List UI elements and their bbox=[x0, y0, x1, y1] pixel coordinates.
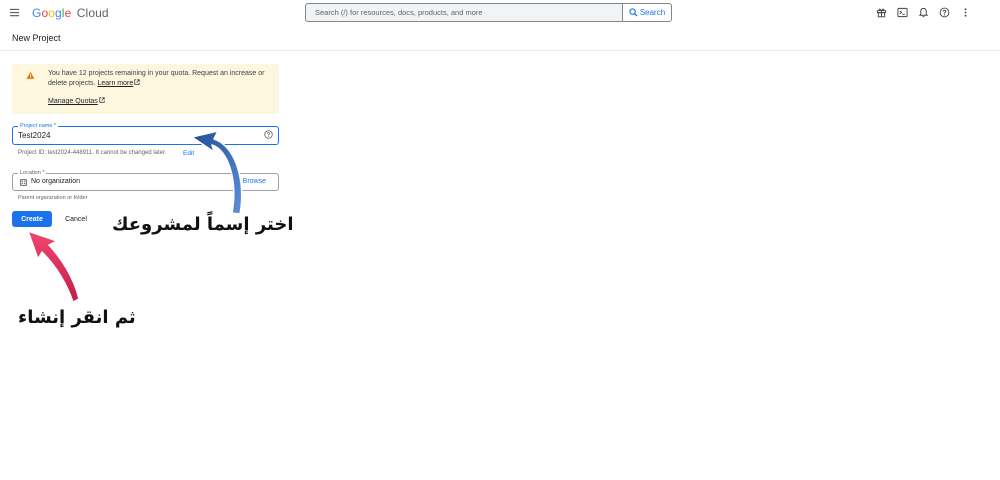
top-icons bbox=[875, 6, 972, 19]
logo-letter: e bbox=[64, 6, 72, 20]
building-icon bbox=[20, 179, 27, 186]
project-name-label: Project name * bbox=[18, 122, 59, 130]
manage-quotas-label: Manage Quotas bbox=[48, 98, 98, 105]
gift-icon[interactable] bbox=[875, 6, 888, 19]
location-field[interactable]: Location * No organization Browse bbox=[12, 169, 279, 191]
menu-icon[interactable] bbox=[9, 7, 20, 18]
search-button-label: Search bbox=[639, 8, 666, 17]
search-button[interactable]: Search bbox=[622, 4, 671, 21]
annotation-then-create: ثم انقر إنشاء bbox=[18, 307, 136, 328]
project-name-field: Project name * bbox=[12, 122, 279, 145]
search-icon bbox=[629, 8, 638, 17]
external-link-icon bbox=[134, 79, 140, 85]
browse-button[interactable]: Browse bbox=[243, 178, 266, 185]
top-bar: Google Cloud Search bbox=[0, 0, 1000, 26]
project-id-text: Project ID: test2024-448911. It cannot b… bbox=[18, 150, 167, 156]
learn-more-label: Learn more bbox=[97, 80, 134, 87]
quota-message: You have 12 projects remaining in your q… bbox=[48, 69, 276, 89]
location-hint: Parent organization or folder bbox=[18, 195, 88, 201]
create-button[interactable]: Create bbox=[12, 211, 52, 227]
page-title: New Project bbox=[12, 33, 61, 43]
logo-letter: g bbox=[55, 6, 62, 20]
bell-icon[interactable] bbox=[917, 6, 930, 19]
location-value: No organization bbox=[31, 178, 81, 185]
learn-more-link[interactable]: Learn more bbox=[97, 79, 140, 87]
logo-letter: o bbox=[48, 6, 55, 20]
terminal-icon[interactable] bbox=[896, 6, 909, 19]
external-link-icon bbox=[99, 97, 105, 103]
warning-icon bbox=[26, 71, 35, 79]
project-name-input[interactable] bbox=[18, 130, 248, 141]
help-icon[interactable] bbox=[264, 130, 273, 139]
manage-quotas-link[interactable]: Manage Quotas bbox=[48, 97, 105, 105]
search-input[interactable] bbox=[306, 4, 622, 21]
quota-warning: You have 12 projects remaining in your q… bbox=[12, 64, 279, 114]
help-icon[interactable] bbox=[938, 6, 951, 19]
quota-text: You have 12 projects remaining in your q… bbox=[48, 70, 265, 87]
page-header: New Project bbox=[0, 27, 1000, 51]
annotation-choose-name: اختر إسماً لمشروعك bbox=[112, 214, 294, 235]
location-label: Location * bbox=[18, 169, 47, 177]
more-vert-icon[interactable] bbox=[959, 6, 972, 19]
search-bar: Search bbox=[305, 3, 672, 22]
red-arrow bbox=[27, 230, 80, 303]
google-cloud-logo[interactable]: Google Cloud bbox=[32, 6, 109, 20]
logo-product: Cloud bbox=[76, 6, 109, 20]
cancel-button[interactable]: Cancel bbox=[58, 211, 94, 227]
edit-project-id-link[interactable]: Edit bbox=[183, 150, 194, 157]
